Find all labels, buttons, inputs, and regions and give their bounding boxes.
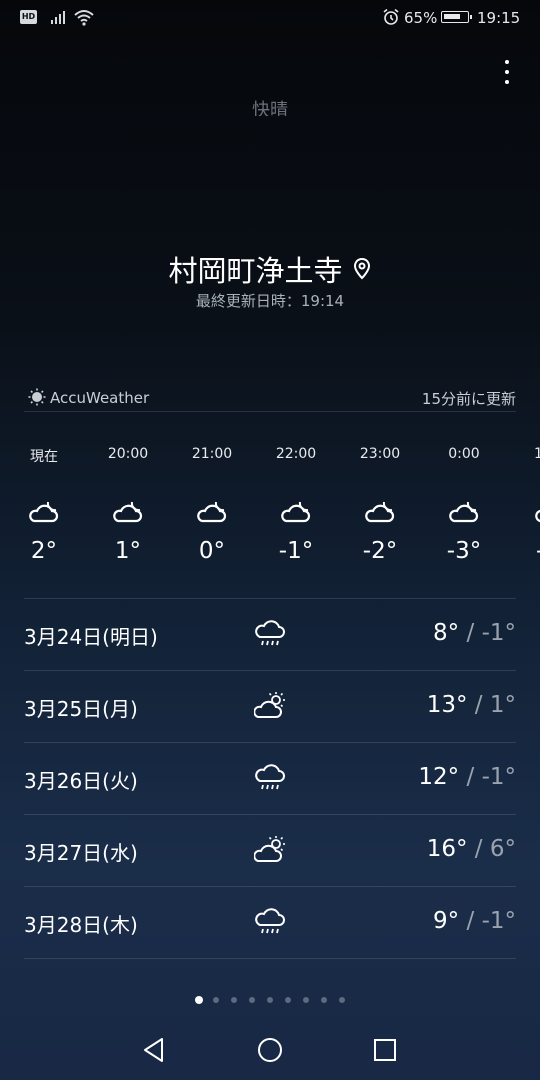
daily-high: 13° bbox=[426, 692, 468, 718]
hourly-time: 1 bbox=[534, 446, 540, 462]
divider bbox=[24, 958, 516, 959]
page-dot[interactable] bbox=[285, 997, 291, 1003]
daily-high: 12° bbox=[418, 764, 460, 790]
hourly-time: 22:00 bbox=[275, 446, 317, 462]
navigation-bar bbox=[0, 1030, 540, 1070]
home-icon[interactable] bbox=[257, 1037, 283, 1063]
daily-temps: 13° / 1° bbox=[427, 692, 516, 718]
partly-sunny-icon bbox=[254, 692, 285, 718]
hourly-temp: 0° bbox=[198, 538, 226, 564]
back-icon[interactable] bbox=[142, 1037, 166, 1063]
partly-cloudy-night-icon bbox=[29, 501, 59, 523]
daily-row[interactable]: 3月28日(木) 9° / -1° bbox=[24, 887, 516, 959]
hourly-time: 0:00 bbox=[448, 446, 480, 462]
temp-separator: / bbox=[459, 764, 482, 790]
hd-badge: HD bbox=[20, 10, 37, 24]
battery-percent: 65% bbox=[404, 9, 438, 27]
divider bbox=[24, 411, 516, 412]
current-condition-text: 快晴 bbox=[252, 100, 288, 116]
daily-temps: 16° / 6° bbox=[427, 836, 516, 862]
hourly-item: 21:00 0° bbox=[170, 446, 254, 564]
temp-separator: / bbox=[459, 908, 482, 934]
partly-sunny-icon bbox=[254, 836, 285, 862]
hourly-item: 23:00 -2° bbox=[338, 446, 422, 564]
recents-icon[interactable] bbox=[373, 1038, 397, 1062]
status-bar: HD 65% 19:15 bbox=[0, 0, 540, 36]
hourly-temp: - bbox=[506, 538, 540, 564]
hourly-item: 現在 2° bbox=[2, 446, 86, 564]
daily-low: -1° bbox=[481, 764, 516, 790]
rain-icon bbox=[255, 620, 285, 646]
city-name: 村岡町浄土寺 bbox=[168, 254, 343, 288]
daily-temps: 12° / -1° bbox=[418, 764, 516, 790]
partly-cloudy-night-icon bbox=[365, 501, 395, 523]
daily-high: 8° bbox=[433, 620, 460, 646]
hourly-item: 0:00 -3° bbox=[422, 446, 506, 564]
daily-row[interactable]: 3月26日(火) 12° / -1° bbox=[24, 743, 516, 815]
daily-temps: 9° / -1° bbox=[433, 908, 516, 934]
hourly-item: 1 - bbox=[506, 446, 540, 564]
accuweather-sun-icon bbox=[28, 388, 46, 406]
partly-cloudy-night-icon bbox=[113, 501, 143, 523]
page-dot[interactable] bbox=[267, 997, 273, 1003]
partly-cloudy-night-icon bbox=[197, 501, 227, 523]
hourly-time: 現在 bbox=[30, 449, 58, 465]
provider-label[interactable]: AccuWeather bbox=[28, 388, 149, 407]
daily-low: 1° bbox=[489, 692, 516, 718]
daily-date: 3月28日(木) bbox=[24, 913, 138, 937]
page-dot[interactable] bbox=[249, 997, 255, 1003]
page-dot[interactable] bbox=[303, 997, 309, 1003]
page-dot[interactable] bbox=[231, 997, 237, 1003]
hourly-temp: -2° bbox=[362, 538, 398, 564]
provider-name: AccuWeather bbox=[50, 389, 150, 407]
provider-updated: 15分前に更新 bbox=[421, 390, 516, 408]
wifi-icon bbox=[74, 10, 94, 26]
daily-high: 16° bbox=[426, 836, 468, 862]
daily-low: 6° bbox=[489, 836, 516, 862]
last-updated: 最終更新日時：19:14 bbox=[195, 292, 345, 310]
daily-date: 3月27日(水) bbox=[24, 841, 138, 865]
status-time: 19:15 bbox=[477, 9, 521, 27]
more-options-icon[interactable] bbox=[496, 58, 518, 88]
partly-cloudy-night-icon bbox=[281, 501, 311, 523]
daily-date: 3月24日(明日) bbox=[24, 625, 158, 649]
daily-high: 9° bbox=[433, 908, 460, 934]
daily-row[interactable]: 3月27日(水) 16° / 6° bbox=[24, 815, 516, 887]
partly-cloudy-night-icon bbox=[535, 509, 540, 523]
hourly-temp: -1° bbox=[278, 538, 314, 564]
partly-cloudy-night-icon bbox=[449, 501, 479, 523]
daily-row[interactable]: 3月24日(明日) 8° / -1° bbox=[24, 599, 516, 671]
battery-charging-icon bbox=[441, 11, 472, 23]
location-pin-icon bbox=[353, 257, 370, 280]
page-dot-active[interactable] bbox=[195, 996, 203, 1004]
daily-date: 3月25日(月) bbox=[24, 697, 138, 721]
temp-separator: / bbox=[459, 620, 482, 646]
page-indicator[interactable] bbox=[0, 994, 540, 1006]
temp-separator: / bbox=[467, 692, 490, 718]
hourly-temp: -3° bbox=[446, 538, 482, 564]
temp-separator: / bbox=[467, 836, 490, 862]
daily-temps: 8° / -1° bbox=[433, 620, 516, 646]
daily-low: -1° bbox=[481, 620, 516, 646]
hourly-item: 20:00 1° bbox=[86, 446, 170, 564]
hourly-item: 22:00 -1° bbox=[254, 446, 338, 564]
hourly-time: 21:00 bbox=[191, 446, 233, 462]
page-dot[interactable] bbox=[213, 997, 219, 1003]
signal-icon bbox=[51, 11, 65, 24]
hourly-time: 20:00 bbox=[107, 446, 149, 462]
page-dot[interactable] bbox=[321, 997, 327, 1003]
hourly-temp: 1° bbox=[114, 538, 142, 564]
hourly-time: 23:00 bbox=[359, 446, 401, 462]
page-dot[interactable] bbox=[339, 997, 345, 1003]
daily-date: 3月26日(火) bbox=[24, 769, 138, 793]
daily-row[interactable]: 3月25日(月) 13° / 1° bbox=[24, 671, 516, 743]
hourly-temp: 2° bbox=[30, 538, 58, 564]
rain-icon bbox=[255, 764, 285, 790]
alarm-icon bbox=[383, 8, 399, 25]
location-header[interactable]: 村岡町浄土寺 bbox=[0, 248, 540, 290]
daily-low: -1° bbox=[481, 908, 516, 934]
rain-icon bbox=[255, 908, 285, 934]
